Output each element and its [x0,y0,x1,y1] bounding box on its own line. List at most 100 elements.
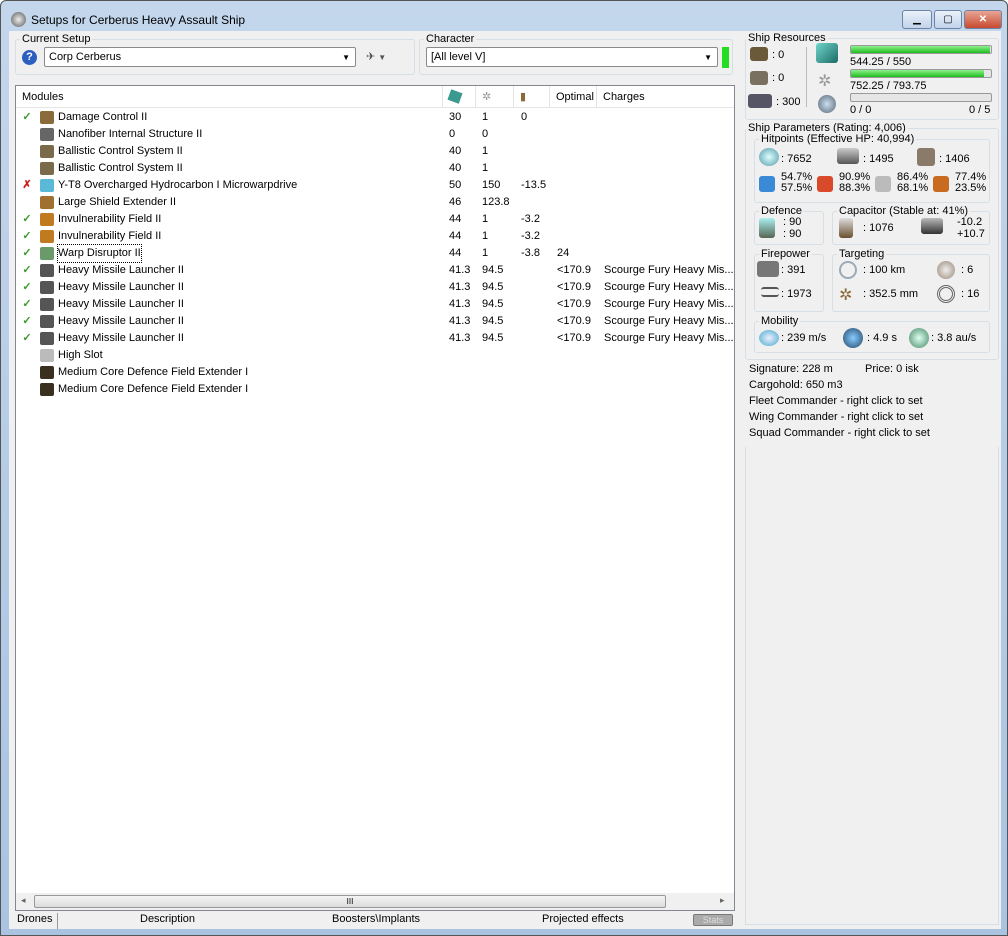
header-powergrid[interactable]: ✲ [476,86,514,108]
tab-projected-effects[interactable]: Projected effects [542,913,624,925]
setup-combo[interactable]: Corp Cerberus ▼ [44,47,356,67]
drone-bandwidth-bar [850,93,992,102]
module-row[interactable]: Medium Core Defence Field Extender I [16,381,734,398]
dps-icon [757,261,779,277]
modules-list[interactable]: Modules ✲ ▮ Optimal Charges ✓ Damage Con… [15,85,735,911]
app-icon [11,12,26,27]
scroll-left-icon[interactable]: ◂ [21,895,26,906]
minimize-button[interactable]: ▁ [902,10,932,29]
module-row[interactable]: High Slot [16,347,734,364]
ship-parameters-group: Ship Parameters (Rating: 4,006) Hitpoint… [745,122,999,360]
drone-bay-value: : 300 [776,96,801,108]
capacitor-label: Capacitor (Stable at: 41%) [837,205,971,217]
module-row[interactable]: ✓ Heavy Missile Launcher II 41.3 94.5 <1… [16,262,734,279]
module-row[interactable]: ✓ Invulnerability Field II 44 1 -3.2 [16,211,734,228]
module-name: Medium Core Defence Field Extender I [58,366,249,378]
module-charges: Scourge Fury Heavy Mis... [604,332,734,344]
squad-commander[interactable]: Squad Commander - right click to set [749,427,930,439]
character-value: [All level V] [431,51,486,63]
module-row[interactable]: ✓ Heavy Missile Launcher II 41.3 94.5 <1… [16,330,734,347]
close-button[interactable]: ✕ [964,10,1002,29]
capacitor-icon [839,218,853,238]
module-row[interactable]: ✓ Damage Control II 30 1 0 [16,109,734,126]
module-charges: Scourge Fury Heavy Mis... [604,264,734,276]
module-cpu: 41.3 [449,332,471,344]
scan-resolution: : 352.5 mm [863,288,919,300]
header-modules[interactable]: Modules [16,86,443,108]
horizontal-scrollbar[interactable]: ◂ III ▸ [16,893,734,910]
module-icon [40,349,54,362]
module-row[interactable]: ✓ Invulnerability Field II 44 1 -3.2 [16,228,734,245]
tab-description[interactable]: Description [140,913,195,925]
module-icon [40,230,54,243]
character-combo[interactable]: [All level V] ▼ [426,47,718,67]
check-icon: ✓ [22,247,32,259]
module-name: Nanofiber Internal Structure II [58,128,203,140]
module-row[interactable]: Ballistic Control System II 40 1 [16,160,734,177]
kinetic-resist-armor: 68.1% [897,182,929,194]
module-optimal: <170.9 [557,264,591,276]
price: Price: 0 isk [865,363,919,375]
module-cpu: 40 [449,162,462,174]
module-row[interactable]: ✓ Heavy Missile Launcher II 41.3 94.5 <1… [16,313,734,330]
module-cpu: 46 [449,196,462,208]
module-name: Large Shield Extender II [58,196,177,208]
drone-bandwidth-value: 0 / 0 [850,104,872,116]
module-row[interactable]: Medium Core Defence Field Extender I [16,364,734,381]
max-velocity: : 239 m/s [781,332,827,344]
capacitor-icon: ▮ [520,91,527,103]
module-row[interactable]: Large Shield Extender II 46 123.8 [16,194,734,211]
module-icon [40,196,54,209]
header-charges[interactable]: Charges [597,86,734,108]
module-optimal: <170.9 [557,332,591,344]
module-name: Heavy Missile Launcher II [58,281,184,293]
scrollbar-thumb[interactable]: III [34,895,666,908]
help-icon[interactable]: ? [22,50,37,65]
header-optimal[interactable]: Optimal [550,86,597,108]
module-name: Y-T8 Overcharged Hydrocarbon I Microwarp… [58,179,298,191]
maximize-button[interactable]: ▢ [934,10,962,29]
firepower-label: Firepower [759,248,812,260]
divider [806,47,807,107]
module-capacitor: 0 [521,111,528,123]
module-row[interactable]: Nanofiber Internal Structure II 0 0 [16,126,734,143]
module-powergrid: 1 [482,213,489,225]
volley-value: : 1973 [781,288,812,300]
tab-drones[interactable]: Drones [17,913,52,925]
module-powergrid: 1 [482,247,489,259]
check-icon: ✓ [22,213,32,225]
module-row[interactable]: ✓ Heavy Missile Launcher II 41.3 94.5 <1… [16,296,734,313]
tab-stats[interactable]: Stats [693,914,733,926]
module-powergrid: 94.5 [482,264,504,276]
hitpoints-label: Hitpoints (Effective HP: 40,994) [759,133,917,145]
module-row[interactable]: ✓ Heavy Missile Launcher II 41.3 94.5 <1… [16,279,734,296]
scroll-right-icon[interactable]: ▸ [720,895,725,906]
mobility-label: Mobility [759,315,801,327]
header-cpu[interactable] [443,86,476,108]
wing-commander[interactable]: Wing Commander - right click to set [749,411,923,423]
mobility-group: Mobility : 239 m/s : 4.9 s : 3.8 au/s [754,315,990,353]
header-capacitor[interactable]: ▮ [514,86,550,108]
module-powergrid: 94.5 [482,332,504,344]
ship-menu-button[interactable]: ✈ ▼ [366,50,386,63]
capacitor-recharge-icon [921,218,943,234]
defence-value-2: : 90 [783,228,802,240]
max-targets-icon [937,261,955,279]
module-powergrid: 0 [482,128,489,140]
explosive-resist-armor: 23.5% [955,182,987,194]
module-row[interactable]: ✗ Y-T8 Overcharged Hydrocarbon I Microwa… [16,177,734,194]
sensor-strength: : 16 [961,288,980,300]
character-group: Character [All level V] ▼ [419,33,733,75]
structure-icon [917,148,935,166]
module-row[interactable]: ✓ Warp Disruptor II 44 1 -3.8 24 [16,244,734,263]
hitpoints-group: Hitpoints (Effective HP: 40,994) : 7652 … [754,133,990,203]
fleet-commander[interactable]: Fleet Commander - right click to set [749,395,923,407]
module-icon [40,332,54,345]
stats-panel: Ship Resources : 0 : 0 : 300 544.25 / 55… [741,31,1001,929]
check-icon: ✓ [22,332,32,344]
module-powergrid: 1 [482,162,489,174]
module-row[interactable]: Ballistic Control System II 40 1 [16,143,734,160]
tab-boosters-implants[interactable]: Boosters\Implants [332,913,420,925]
capacitor-recharge: +10.7 [957,228,985,240]
defence-group: Defence : 90 : 90 [754,205,824,245]
